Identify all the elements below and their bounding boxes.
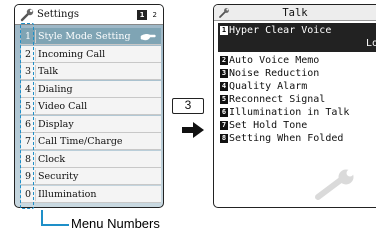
item-label: Illumination in Talk: [229, 107, 350, 118]
settings-screen: Settings 1 2 1 Style Mode Setting 2 Inco…: [14, 4, 164, 208]
menu-label: Incoming Call: [38, 48, 106, 60]
item-label: Reconnect Signal: [229, 94, 326, 105]
talk-title-bar: Talk: [214, 5, 376, 21]
item-number: 1: [220, 26, 228, 35]
item-label: Setting When Folded: [229, 133, 344, 144]
item-label: Auto Voice Memo: [229, 55, 320, 66]
menu-label: Display: [38, 118, 74, 130]
talk-item-noise-reduction[interactable]: 3 Noise Reduction: [220, 68, 319, 80]
talk-item-illumination-in-talk[interactable]: 6 Illumination in Talk: [220, 107, 349, 119]
talk-item-reconnect-signal[interactable]: 5 Reconnect Signal: [220, 94, 325, 106]
talk-item-setting-when-folded[interactable]: 8 Setting When Folded: [220, 133, 343, 145]
menu-divider: [35, 170, 36, 183]
wrench-icon: [315, 169, 354, 200]
menu-divider: [35, 30, 36, 43]
menu-divider: [35, 100, 36, 113]
wrench-icon: [20, 8, 34, 22]
menu-label: Clock: [38, 153, 66, 165]
menu-label: Dialing: [38, 83, 73, 95]
menu-numbers-callout: Menu Numbers: [71, 216, 160, 231]
menu-divider: [35, 187, 36, 201]
menu-divider: [35, 152, 36, 166]
menu-item-clock[interactable]: 8 Clock: [21, 150, 161, 168]
menu-numbers-bracket: [20, 23, 34, 209]
callout-leader-line: [41, 224, 69, 226]
menu-label: Illumination: [38, 188, 97, 200]
item-number: 6: [220, 108, 228, 117]
menu-label: Video Call: [38, 101, 88, 112]
menu-item-illumination[interactable]: 0 Illumination: [21, 185, 161, 203]
pointer-hand-icon: [140, 33, 156, 41]
callout-leader-line: [41, 210, 43, 224]
menu-divider: [35, 65, 36, 78]
menu-label: Talk: [38, 66, 59, 77]
talk-item-quality-alarm[interactable]: 4 Quality Alarm: [220, 81, 307, 93]
item-label: Noise Reduction: [229, 68, 320, 79]
page-current-badge: 1: [137, 10, 147, 20]
menu-label: Call Time/Charge: [38, 136, 123, 147]
menu-divider: [35, 47, 36, 61]
settings-title-bar: Settings 1 2: [15, 5, 163, 25]
settings-title: Settings: [37, 9, 79, 20]
right-arrow-icon: [182, 122, 204, 138]
item-label: Quality Alarm: [229, 81, 308, 92]
menu-item-talk[interactable]: 3 Talk: [21, 63, 161, 80]
hyper-clear-voice-value: Lo: [365, 38, 376, 49]
menu-divider: [35, 135, 36, 148]
settings-menu-list: 1 Style Mode Setting 2 Incoming Call 3 T…: [21, 28, 161, 203]
menu-divider: [35, 82, 36, 96]
menu-item-video-call[interactable]: 5 Video Call: [21, 98, 161, 115]
talk-item-auto-voice-memo[interactable]: 2 Auto Voice Memo: [220, 55, 319, 67]
talk-item-hyper-clear-voice[interactable]: 1 Hyper Clear Voice: [220, 25, 331, 37]
menu-label: Security: [38, 171, 79, 182]
key-3-button: 3: [172, 98, 204, 114]
item-number: 5: [220, 95, 228, 104]
menu-item-call-time-charge[interactable]: 7 Call Time/Charge: [21, 133, 161, 150]
item-label: Set Hold Tone: [229, 120, 308, 131]
menu-item-security[interactable]: 9 Security: [21, 168, 161, 185]
item-label: Hyper Clear Voice: [229, 25, 332, 36]
menu-item-incoming-call[interactable]: 2 Incoming Call: [21, 45, 161, 63]
menu-item-style-mode-setting[interactable]: 1 Style Mode Setting: [21, 28, 161, 45]
talk-item-set-hold-tone[interactable]: 7 Set Hold Tone: [220, 120, 307, 132]
menu-divider: [35, 117, 36, 131]
item-number: 4: [220, 82, 228, 91]
item-number: 3: [220, 69, 228, 78]
talk-screen: Talk 1Hyper Clear Voice Lo 2Auto Voice M…: [213, 4, 376, 208]
menu-label: Style Mode Setting: [38, 31, 131, 42]
menu-item-dialing[interactable]: 4 Dialing: [21, 80, 161, 98]
item-number: 8: [220, 134, 228, 143]
menu-item-display[interactable]: 6 Display: [21, 115, 161, 133]
talk-title: Talk: [282, 7, 308, 19]
item-number: 7: [220, 121, 228, 130]
item-number: 2: [220, 56, 228, 65]
page-total: 2: [152, 11, 157, 19]
